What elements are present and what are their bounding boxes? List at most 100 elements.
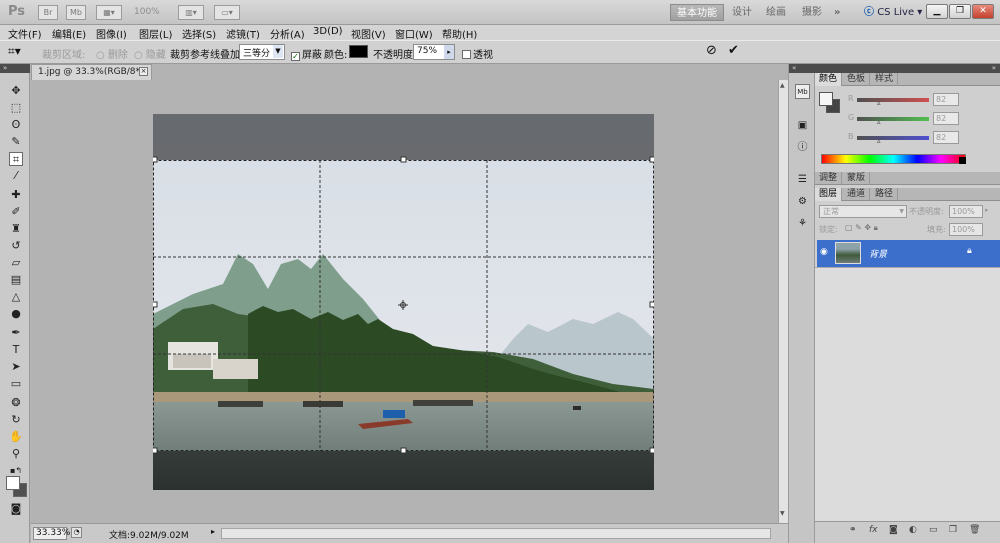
histogram-icon[interactable]: ▣ <box>795 118 810 133</box>
foreground-color-swatch[interactable] <box>6 476 20 490</box>
layer-mask-icon[interactable]: ◙ <box>889 525 898 535</box>
perspective-checkbox[interactable]: 透视 <box>462 46 493 61</box>
3d-rotate-tool-icon[interactable]: ❂ <box>9 396 23 410</box>
crop-tool-icon[interactable]: ⌗ <box>9 152 23 166</box>
color-spectrum-bar[interactable] <box>821 154 966 164</box>
info-icon[interactable]: ⓘ <box>795 140 810 155</box>
menu-window[interactable]: 窗口(W) <box>395 26 433 41</box>
layer-style-icon[interactable]: fx <box>869 525 878 535</box>
tab-channels[interactable]: 通道 <box>843 188 871 201</box>
link-layers-icon[interactable]: ⚭ <box>849 525 857 535</box>
minimize-button[interactable]: ▁ <box>926 4 948 19</box>
healing-brush-tool-icon[interactable]: ✚ <box>9 188 23 202</box>
color-foreground-swatch[interactable] <box>819 92 833 106</box>
new-layer-icon[interactable]: ❐ <box>949 525 957 535</box>
quick-mask-icon[interactable]: ◙ <box>9 502 23 516</box>
g-value-field[interactable]: 82 <box>933 112 959 125</box>
pen-tool-icon[interactable]: ✒ <box>9 326 23 340</box>
workspace-photography[interactable]: 摄影 <box>796 4 828 21</box>
workspace-painting[interactable]: 绘画 <box>760 4 792 21</box>
g-slider[interactable] <box>857 117 929 121</box>
bridge-button[interactable]: Br <box>38 5 58 20</box>
adjustment-layer-icon[interactable]: ◐ <box>909 525 917 535</box>
panel-collapse-icon[interactable]: » <box>0 64 30 73</box>
tab-layers[interactable]: 图层 <box>815 188 843 201</box>
hide-option[interactable]: ○ 隐藏 <box>134 46 166 61</box>
shape-tool-icon[interactable]: ▭ <box>9 377 23 391</box>
lock-icons[interactable]: ▢ ✎ ✥ 🔒︎ <box>845 223 878 233</box>
menu-filter[interactable]: 滤镜(T) <box>226 26 260 41</box>
blend-mode-select[interactable]: 正常 ▼ <box>819 205 907 218</box>
screen-mode-button[interactable]: ▭▾ <box>214 5 240 20</box>
tab-styles[interactable]: 样式 <box>871 73 899 86</box>
b-value-field[interactable]: 82 <box>933 131 959 144</box>
zoom-tool-icon[interactable]: ⚲ <box>9 447 23 461</box>
opacity-input[interactable]: 75% ▸ <box>413 44 455 60</box>
tab-masks[interactable]: 蒙版 <box>843 172 871 185</box>
eraser-tool-icon[interactable]: ▱ <box>9 256 23 270</box>
close-icon[interactable]: × <box>139 67 148 76</box>
document-canvas[interactable] <box>153 114 654 490</box>
overlay-select[interactable]: 三等分 ▼ <box>239 44 285 60</box>
crop-tool-preset-icon[interactable]: ⌗▾ <box>8 44 21 59</box>
opacity-slider-icon[interactable]: ▸ <box>985 206 989 214</box>
view-extras-button[interactable]: ▦▾ <box>96 5 122 20</box>
quick-select-tool-icon[interactable]: ✎ <box>9 135 23 149</box>
eyedropper-tool-icon[interactable]: ⁄ <box>9 169 23 183</box>
expand-icon[interactable]: « <box>789 64 816 73</box>
status-menu-icon[interactable]: ▸ <box>211 527 215 536</box>
fill-field[interactable]: 100% <box>949 223 983 236</box>
menu-edit[interactable]: 编辑(E) <box>52 26 86 41</box>
lasso-tool-icon[interactable]: ʘ <box>9 118 23 132</box>
document-tab[interactable]: 1.jpg @ 33.3%(RGB/8*) × <box>31 64 152 80</box>
commit-crop-icon[interactable]: ✔ <box>728 43 739 58</box>
cancel-crop-icon[interactable]: ⊘ <box>706 43 717 58</box>
r-slider[interactable] <box>857 98 929 102</box>
clone-stamp-tool-icon[interactable]: ♜ <box>9 222 23 236</box>
status-info-icon[interactable]: ◔ <box>71 527 82 538</box>
workspace-design[interactable]: 设计 <box>726 4 758 21</box>
scroll-up-icon[interactable]: ▲ <box>780 82 787 92</box>
path-selection-tool-icon[interactable]: ➤ <box>9 360 23 374</box>
eye-icon[interactable]: ◉ <box>820 247 832 259</box>
tab-swatches[interactable]: 色板 <box>843 73 871 86</box>
layer-row-background[interactable]: ◉ 背景 🔒︎ <box>817 240 1000 267</box>
shield-color-swatch[interactable] <box>349 45 368 58</box>
layer-name[interactable]: 背景 <box>869 247 887 260</box>
restore-button[interactable]: ❐ <box>949 4 971 19</box>
blur-tool-icon[interactable]: △ <box>9 290 23 304</box>
r-slider-thumb-icon[interactable]: ▵ <box>877 99 881 107</box>
layer-opacity-field[interactable]: 100% <box>949 205 983 218</box>
arrange-documents-button[interactable]: ▥▾ <box>178 5 204 20</box>
dodge-tool-icon[interactable]: ● <box>9 307 23 321</box>
zoom-status-field[interactable]: 33.33% <box>33 527 70 540</box>
menu-analysis[interactable]: 分析(A) <box>270 26 305 41</box>
type-tool-icon[interactable]: T <box>9 343 23 357</box>
close-button[interactable]: ✕ <box>972 4 994 19</box>
scroll-down-icon[interactable]: ▼ <box>780 510 787 520</box>
r-value-field[interactable]: 82 <box>933 93 959 106</box>
minibridge-button[interactable]: Mb <box>66 5 86 20</box>
hand-tool-icon[interactable]: ✋ <box>9 430 23 444</box>
tab-paths[interactable]: 路径 <box>871 188 899 201</box>
horizontal-scrollbar[interactable] <box>221 528 771 539</box>
gradient-tool-icon[interactable]: ▤ <box>9 273 23 287</box>
marquee-tool-icon[interactable]: ⬚ <box>9 101 23 115</box>
menu-3d[interactable]: 3D(D) <box>313 26 343 37</box>
dock-collapse-icon[interactable]: » <box>815 64 1000 73</box>
menu-view[interactable]: 视图(V) <box>351 26 386 41</box>
workspace-essentials[interactable]: 基本功能 <box>670 4 724 21</box>
b-slider[interactable] <box>857 136 929 140</box>
g-slider-thumb-icon[interactable]: ▵ <box>877 118 881 126</box>
clone-source-icon[interactable]: ⚘ <box>795 216 810 231</box>
history-brush-tool-icon[interactable]: ↺ <box>9 239 23 253</box>
delete-option[interactable]: ○ 删除 <box>96 46 128 61</box>
menu-layer[interactable]: 图层(L) <box>139 26 172 41</box>
cs-live-button[interactable]: ⓒ CS Live ▾ <box>858 4 928 21</box>
adjustments-icon[interactable]: ☰ <box>795 172 810 187</box>
menu-select[interactable]: 选择(S) <box>182 26 216 41</box>
3d-orbit-tool-icon[interactable]: ↻ <box>9 413 23 427</box>
group-icon[interactable]: ▭ <box>929 525 938 535</box>
spectrum-black-swatch[interactable] <box>959 157 966 164</box>
menu-file[interactable]: 文件(F) <box>8 26 42 41</box>
